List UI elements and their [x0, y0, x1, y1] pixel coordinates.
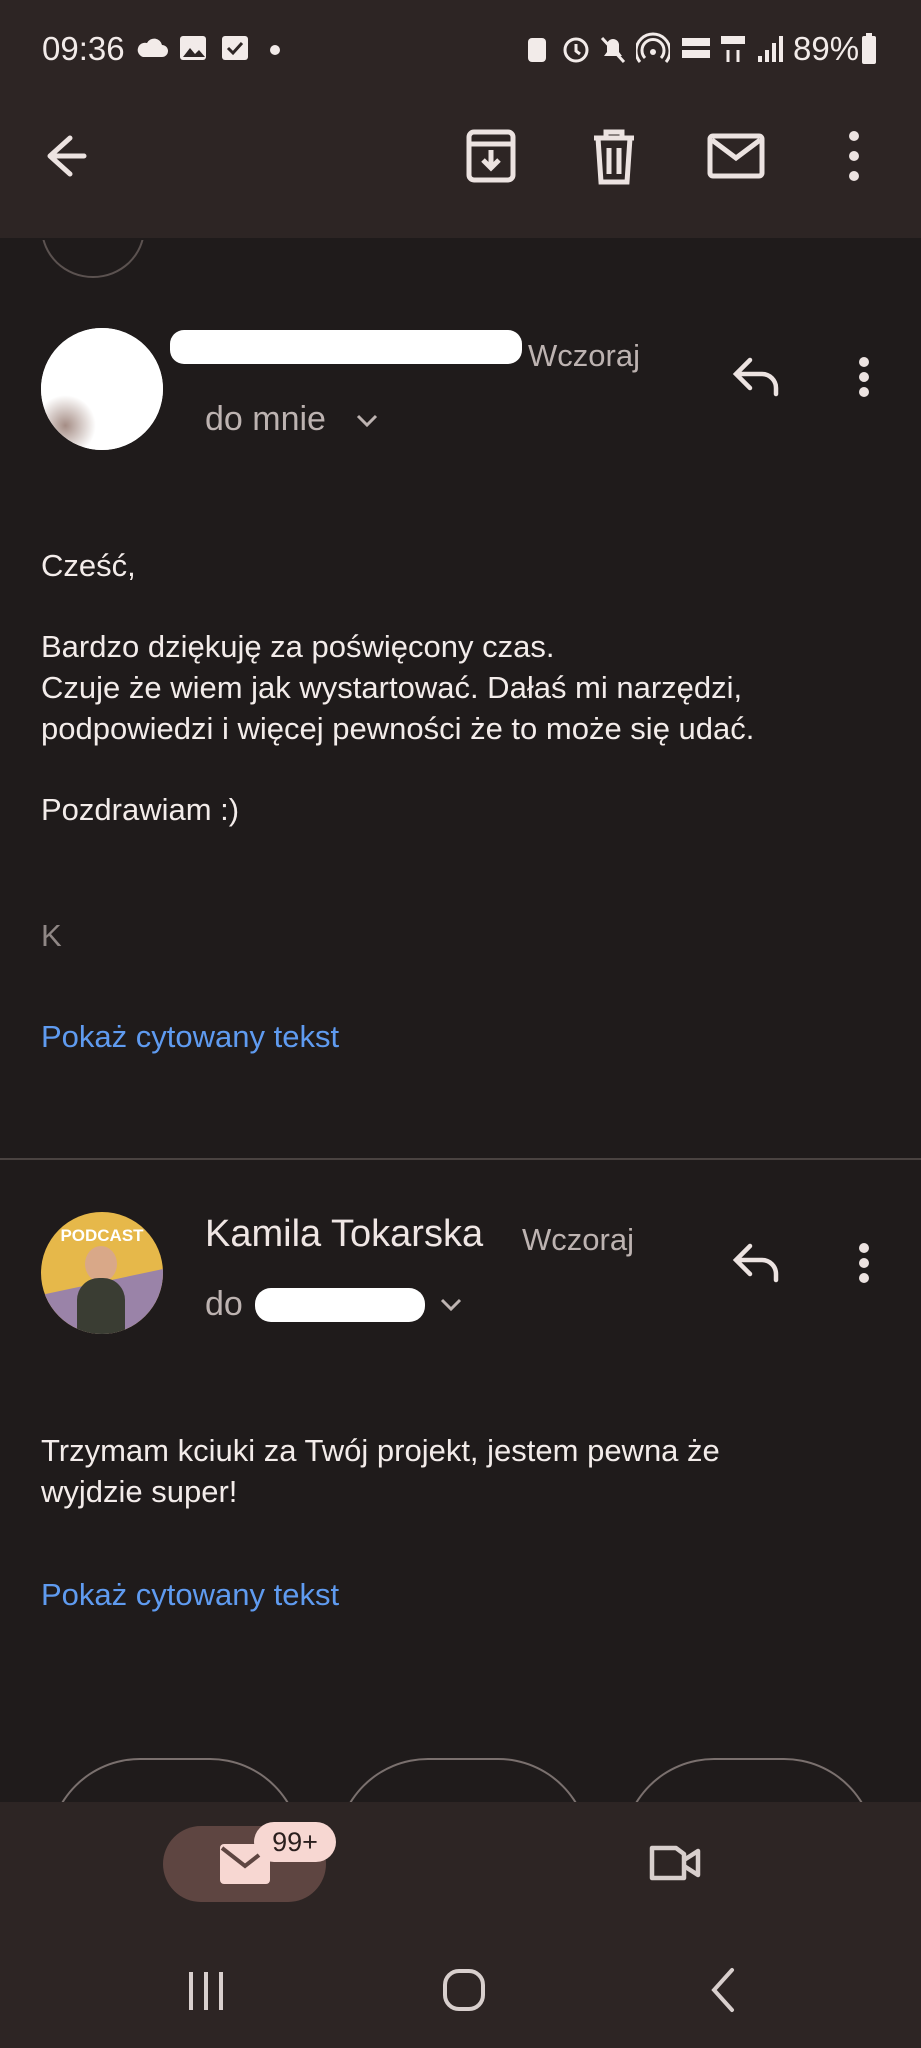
message-divider: [0, 1158, 921, 1160]
gallery-icon: [180, 36, 206, 60]
lte-icon: [721, 36, 745, 62]
redacted-sender: [170, 330, 522, 364]
system-back-button[interactable]: [704, 1966, 744, 2014]
unread-badge: 99+: [254, 1822, 336, 1862]
email-signature: K: [41, 918, 62, 953]
hotspot-icon: [636, 32, 670, 63]
redacted-recipient: [255, 1288, 425, 1322]
recent-apps-button[interactable]: [183, 1968, 229, 2014]
message-time: Wczoraj: [522, 1222, 634, 1257]
archive-button[interactable]: [459, 124, 523, 188]
email-body-line: Czuje że wiem jak wystartować. Dałaś mi …: [41, 670, 743, 705]
reply-button[interactable]: [730, 352, 784, 402]
signal-icon: [758, 36, 783, 62]
more-options-button[interactable]: [822, 124, 886, 188]
chevron-down-icon[interactable]: [436, 1290, 466, 1320]
chevron-down-icon[interactable]: [352, 406, 382, 436]
avatar-label: PODCAST: [60, 1226, 144, 1245]
message-more-button[interactable]: [844, 352, 884, 402]
mark-unread-button[interactable]: [704, 124, 768, 188]
email-body-line: Trzymam kciuki za Twój projekt, jestem p…: [41, 1433, 720, 1468]
cloud-icon: [137, 38, 168, 57]
message-time: Wczoraj: [528, 338, 640, 373]
email-body-line: Cześć,: [41, 548, 136, 583]
battery-percent: 89%: [793, 30, 860, 67]
recipient-label[interactable]: do mnie: [205, 400, 326, 439]
status-time: 09:36: [42, 30, 125, 67]
email-body-line: Pozdrawiam :): [41, 792, 240, 827]
email-body-line: Bardzo dziękuję za poświęcony czas.: [41, 629, 555, 664]
delete-button[interactable]: [582, 124, 646, 188]
notification-dot-icon: [270, 45, 280, 55]
task-check-icon: [222, 36, 248, 60]
sender-avatar[interactable]: PODCAST: [41, 1212, 163, 1334]
home-button[interactable]: [442, 1968, 486, 2012]
email-body-line: podpowiedzi i więcej pewności że to może…: [41, 711, 755, 746]
volte-icon: [682, 38, 710, 58]
recycle-icon: [528, 38, 546, 62]
mute-icon: [600, 36, 626, 64]
meet-video-icon[interactable]: [646, 1838, 706, 1888]
sender-avatar[interactable]: [41, 328, 163, 450]
reply-button[interactable]: [730, 1238, 784, 1288]
back-button[interactable]: [38, 124, 102, 188]
alarm-icon: [563, 37, 589, 63]
battery-icon: [862, 33, 876, 64]
show-quoted-text-link[interactable]: Pokaż cytowany tekst: [41, 1577, 339, 1613]
email-body-line: wyjdzie super!: [41, 1474, 238, 1509]
message-more-button[interactable]: [844, 1238, 884, 1288]
recipient-label[interactable]: do: [205, 1285, 243, 1324]
sender-name: Kamila Tokarska: [205, 1213, 484, 1255]
show-quoted-text-link[interactable]: Pokaż cytowany tekst: [41, 1019, 339, 1055]
